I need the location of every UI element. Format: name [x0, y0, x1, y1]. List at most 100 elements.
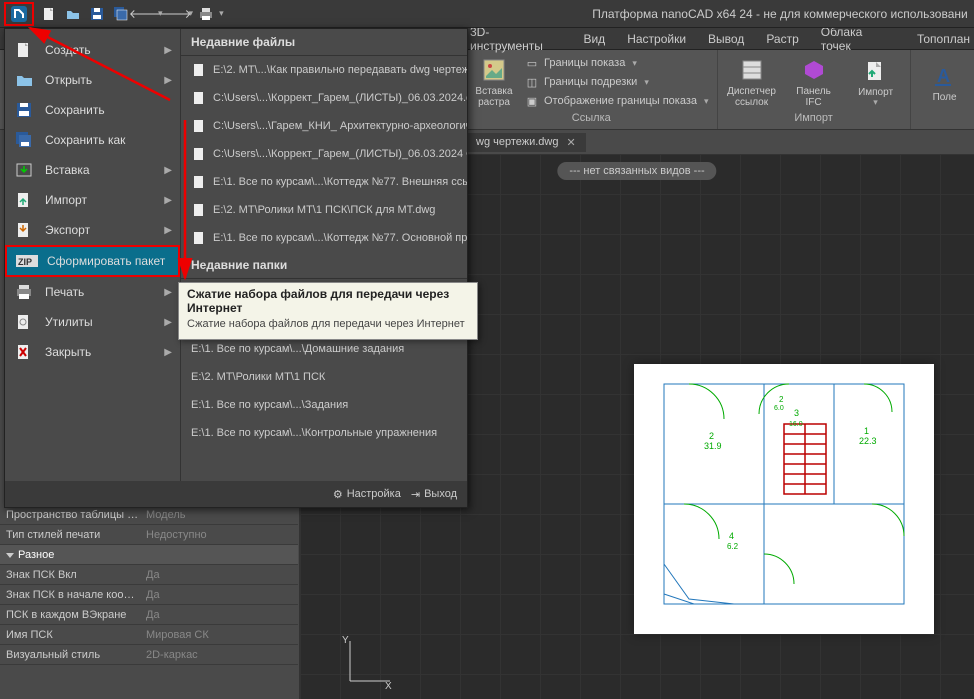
drawing-preview: 231.9 316.0 122.3 46.2 26.0 [634, 364, 934, 634]
app-menu-button[interactable] [4, 2, 34, 26]
insert-raster-label: Вставка растра [475, 86, 512, 108]
crop-borders-button[interactable]: ◫Границы подрезки▾ [520, 73, 713, 91]
field-button[interactable]: A Поле [915, 52, 974, 112]
ribbon-tab[interactable]: Вид [579, 30, 609, 48]
svg-text:4: 4 [729, 531, 734, 541]
recent-file-item[interactable]: C:\Users\...\Коррект_Гарем_(ЛИСТЫ)_06.03… [181, 140, 467, 168]
recent-file-item[interactable]: E:\2. МТ\...\Как правильно передавать dw… [181, 56, 467, 84]
recent-folder-item[interactable]: E:\1. Все по курсам\...\Контрольные упра… [181, 419, 467, 447]
prop-row[interactable]: Знак ПСК ВклДа [0, 565, 298, 585]
insert-raster-button[interactable]: Вставка растра [470, 52, 518, 112]
ribbon-group-title-import: Импорт [722, 112, 906, 127]
application-menu: Создать▶Открыть▶СохранитьСохранить какВс… [4, 28, 468, 508]
recent-folders-header: Недавние папки [181, 252, 467, 279]
recent-file-item[interactable]: E:\1. Все по курсам\...\Коттедж №77. Вне… [181, 168, 467, 196]
svg-text:3: 3 [794, 408, 799, 418]
svg-text:ZIP: ZIP [18, 257, 32, 267]
recent-files-header: Недавние файлы [181, 29, 467, 56]
show-borders-button[interactable]: ▭Границы показа▾ [520, 54, 713, 72]
menu-item-label: Импорт [45, 193, 87, 207]
menu-item-open[interactable]: Открыть▶ [5, 65, 180, 95]
ribbon-tab[interactable]: Топоплан [913, 30, 974, 48]
prop-row[interactable]: Знак ПСК в начале коор…Да [0, 585, 298, 605]
window-title: Платформа nanoCAD x64 24 - не для коммер… [530, 7, 974, 21]
menu-item-zip[interactable]: ZIP Сформировать пакет [5, 245, 180, 277]
menu-item-close[interactable]: Закрыть ▶ [5, 337, 180, 367]
saveas-icon [13, 130, 37, 150]
ribbon-tab[interactable]: Растр [762, 30, 802, 48]
export-icon [13, 220, 37, 240]
document-tab-label: wg чертежи.dwg [476, 136, 559, 148]
prop-row[interactable]: Имя ПСКМировая СК [0, 625, 298, 645]
recent-file-item[interactable]: C:\Users\...\Коррект_Гарем_(ЛИСТЫ)_06.03… [181, 84, 467, 112]
menu-item-util[interactable]: Утилиты▶ [5, 307, 180, 337]
settings-icon: ⚙ [333, 488, 343, 501]
prop-row[interactable]: Пространство таблицы с…Модель [0, 505, 298, 525]
recent-file-item[interactable]: E:\2. МТ\Ролики МТ\1 ПСК\ПСК для МТ.dwg [181, 196, 467, 224]
submenu-arrow-icon: ▶ [164, 347, 172, 358]
prop-row[interactable]: Тип стилей печатиНедоступно [0, 525, 298, 545]
qat-save-button[interactable] [86, 3, 108, 25]
ribbon-tab[interactable]: Настройки [623, 30, 690, 48]
menu-item-label: Экспорт [45, 223, 90, 237]
menu-item-import[interactable]: Импорт▶ [5, 185, 180, 215]
file-icon [191, 230, 207, 246]
qat-new-button[interactable] [38, 3, 60, 25]
tooltip-body: Сжатие набора файлов для передачи через … [187, 317, 469, 331]
show-crop-display-button[interactable]: ▣Отображение границы показа▾ [520, 92, 713, 110]
new-file-icon [41, 6, 57, 22]
property-grid: Пространство таблицы с…Модель Тип стилей… [0, 505, 298, 665]
insert-icon [13, 160, 37, 180]
recent-folder-item[interactable]: E:\1. Все по курсам\...\Задания [181, 391, 467, 419]
crop-borders-label: Границы подрезки [544, 76, 637, 88]
border-icon: ▭ [524, 55, 540, 71]
prop-row[interactable]: ПСК в каждом ВЭкранеДа [0, 605, 298, 625]
qat-open-button[interactable] [62, 3, 84, 25]
svg-text:A: A [937, 66, 950, 86]
open-folder-icon [65, 6, 81, 22]
menu-item-insert[interactable]: Вставка▶ [5, 155, 180, 185]
menu-item-label: Утилиты [45, 315, 93, 329]
qat-undo-button[interactable]: 🡐 [134, 3, 156, 25]
util-icon [13, 312, 37, 332]
ifc-icon [800, 56, 828, 84]
settings-button[interactable]: ⚙Настройка [333, 488, 401, 501]
import-icon [13, 190, 37, 210]
ifc-panel-button[interactable]: Панель IFC [784, 52, 844, 112]
prop-section[interactable]: Разное [0, 545, 298, 565]
document-tab[interactable]: wg чертежи.dwg ✕ [466, 133, 586, 152]
open-icon [13, 70, 37, 90]
submenu-arrow-icon: ▶ [164, 225, 172, 236]
qat-redo-button[interactable]: 🡒 [165, 3, 187, 25]
qat-print-button[interactable] [195, 3, 217, 25]
file-icon [191, 202, 207, 218]
save-icon [89, 6, 105, 22]
close-tab-button[interactable]: ✕ [567, 136, 576, 149]
menu-item-print[interactable]: Печать▶ [5, 277, 180, 307]
ribbon-tab[interactable]: Вывод [704, 30, 748, 48]
svg-text:1: 1 [864, 426, 869, 436]
recent-file-item[interactable]: C:\Users\...\Гарем_КНИ_ Архитектурно-арх… [181, 112, 467, 140]
recent-folder-item[interactable]: E:\2. МТ\Ролики МТ\1 ПСК [181, 363, 467, 391]
field-icon: A [931, 62, 959, 90]
exit-button[interactable]: ⇥Выход [411, 488, 457, 501]
link-manager-button[interactable]: Диспетчер ссылок [722, 52, 782, 112]
menu-item-label: Сформировать пакет [47, 254, 165, 268]
field-label: Поле [933, 92, 957, 103]
menu-item-new[interactable]: Создать▶ [5, 35, 180, 65]
prop-row[interactable]: Визуальный стиль2D-каркас [0, 645, 298, 665]
svg-text:31.9: 31.9 [704, 441, 722, 451]
zip-icon: ZIP [15, 251, 39, 271]
close-icon [13, 342, 37, 362]
menu-item-save[interactable]: Сохранить [5, 95, 180, 125]
app-menu-commands: Создать▶Открыть▶СохранитьСохранить какВс… [5, 29, 181, 481]
import-button[interactable]: Импорт▾ [846, 52, 906, 112]
svg-text:6.2: 6.2 [727, 542, 739, 551]
menu-item-label: Создать [45, 43, 91, 57]
menu-item-label: Закрыть [45, 345, 91, 359]
menu-item-saveas[interactable]: Сохранить как [5, 125, 180, 155]
menu-item-export[interactable]: Экспорт ▶ [5, 215, 180, 245]
svg-text:6.0: 6.0 [774, 405, 784, 412]
recent-file-item[interactable]: E:\1. Все по курсам\...\Коттедж №77. Осн… [181, 224, 467, 252]
save-all-icon [113, 6, 129, 22]
